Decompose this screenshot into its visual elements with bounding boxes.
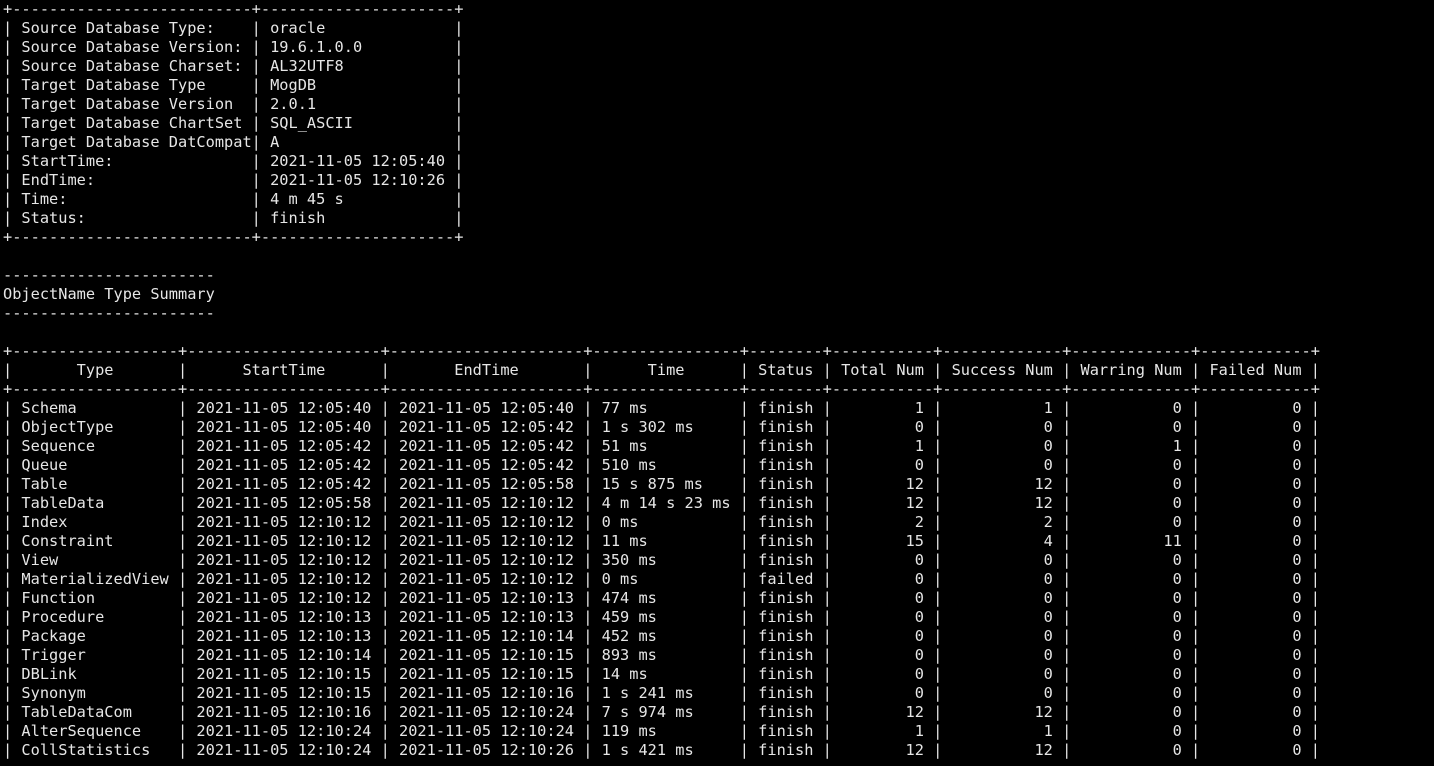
terminal-line: | DBLink | 2021-11-05 12:10:15 | 2021-11… — [3, 665, 1320, 683]
terminal-line: | Source Database Type: | oracle | — [3, 19, 464, 37]
terminal-line: | Package | 2021-11-05 12:10:13 | 2021-1… — [3, 627, 1320, 645]
terminal-line: | Procedure | 2021-11-05 12:10:13 | 2021… — [3, 608, 1320, 626]
terminal-line: | Status: | finish | — [3, 209, 464, 227]
terminal-line: | Trigger | 2021-11-05 12:10:14 | 2021-1… — [3, 646, 1320, 664]
terminal-line: | Table | 2021-11-05 12:05:42 | 2021-11-… — [3, 475, 1320, 493]
terminal-line: ----------------------- — [3, 304, 215, 322]
terminal-line: +--------------------------+------------… — [3, 228, 464, 246]
terminal-line: | Target Database Version | 2.0.1 | — [3, 95, 464, 113]
terminal-line: | Synonym | 2021-11-05 12:10:15 | 2021-1… — [3, 684, 1320, 702]
terminal-line: | Target Database DatCompat| A | — [3, 133, 464, 151]
terminal-line: | AlterSequence | 2021-11-05 12:10:24 | … — [3, 722, 1320, 740]
terminal-line: | CollStatistics | 2021-11-05 12:10:24 |… — [3, 741, 1320, 759]
terminal-line: +--------------------------+------------… — [3, 0, 464, 18]
terminal-line: | StartTime: | 2021-11-05 12:05:40 | — [3, 152, 464, 170]
terminal-line: | ObjectType | 2021-11-05 12:05:40 | 202… — [3, 418, 1320, 436]
terminal-line: +------------------+--------------------… — [3, 380, 1320, 398]
terminal-line: | Index | 2021-11-05 12:10:12 | 2021-11-… — [3, 513, 1320, 531]
terminal-line: | Schema | 2021-11-05 12:05:40 | 2021-11… — [3, 399, 1320, 417]
terminal-line: ObjectName Type Summary — [3, 285, 215, 303]
terminal-line: +------------------+--------------------… — [3, 342, 1320, 360]
terminal-line: | Sequence | 2021-11-05 12:05:42 | 2021-… — [3, 437, 1320, 455]
terminal-line: | Constraint | 2021-11-05 12:10:12 | 202… — [3, 532, 1320, 550]
terminal-line: | Target Database Type | MogDB | — [3, 76, 464, 94]
terminal-line: | View | 2021-11-05 12:10:12 | 2021-11-0… — [3, 551, 1320, 569]
terminal-line: | EndTime: | 2021-11-05 12:10:26 | — [3, 171, 464, 189]
terminal-line: | MaterializedView | 2021-11-05 12:10:12… — [3, 570, 1320, 588]
terminal-output: +--------------------------+------------… — [0, 0, 1434, 766]
terminal-line: ----------------------- — [3, 266, 215, 284]
terminal-line: | TableData | 2021-11-05 12:05:58 | 2021… — [3, 494, 1320, 512]
terminal-line: | Function | 2021-11-05 12:10:12 | 2021-… — [3, 589, 1320, 607]
terminal-line: | Source Database Version: | 19.6.1.0.0 … — [3, 38, 464, 56]
terminal-line: | Queue | 2021-11-05 12:05:42 | 2021-11-… — [3, 456, 1320, 474]
terminal-line: | TableDataCom | 2021-11-05 12:10:16 | 2… — [3, 703, 1320, 721]
terminal-line: | Target Database ChartSet | SQL_ASCII | — [3, 114, 464, 132]
terminal-line: | Source Database Charset: | AL32UTF8 | — [3, 57, 464, 75]
terminal-line: | Type | StartTime | EndTime | Time | St… — [3, 361, 1320, 379]
terminal-line: | Time: | 4 m 45 s | — [3, 190, 464, 208]
